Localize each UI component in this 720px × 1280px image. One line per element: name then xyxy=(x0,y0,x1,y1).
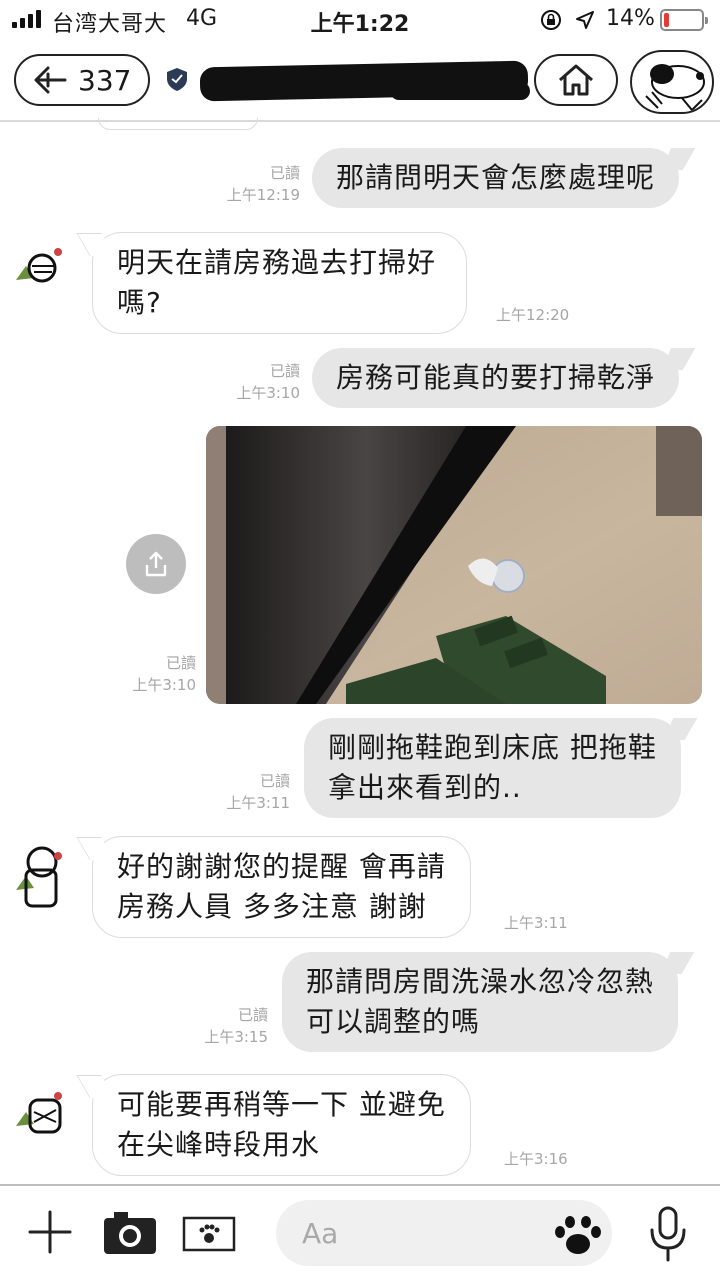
read-receipt: 已讀 xyxy=(269,362,300,380)
chat-area[interactable]: 已讀 上午12:19 那請問明天會怎麼處理呢 明天在請房務過去打掃好 嗎? 上午… xyxy=(0,118,720,1184)
back-button[interactable]: 337 xyxy=(14,54,150,106)
message-time: 上午12:20 xyxy=(496,306,570,324)
message-time: 上午3:11 xyxy=(226,794,290,812)
share-button[interactable] xyxy=(126,534,186,594)
message-time: 上午3:15 xyxy=(204,1028,268,1046)
message-line: 剛剛拖鞋跑到床底 把拖鞋 xyxy=(328,731,657,764)
input-bar xyxy=(0,1184,720,1280)
plus-icon[interactable] xyxy=(26,1208,74,1256)
shared-photo[interactable] xyxy=(206,426,702,704)
redacted-chat-name-mark xyxy=(390,82,530,100)
battery-icon xyxy=(660,9,708,31)
message-line: 好的謝謝您的提醒 會再請 xyxy=(117,850,446,883)
hotel-avatar[interactable] xyxy=(12,840,70,908)
read-receipt: 已讀 xyxy=(269,164,300,182)
message-meta: 已讀 上午12:19 xyxy=(200,162,300,206)
camera-icon[interactable] xyxy=(102,1210,158,1256)
outgoing-message[interactable]: 那請問房間洗澡水忽冷忽熱 可以調整的嗎 xyxy=(282,952,679,1052)
message-line: 嗎? xyxy=(117,286,162,319)
hotel-avatar[interactable] xyxy=(12,236,70,294)
read-receipt: 已讀 xyxy=(165,654,196,672)
message-line: 那請問房間洗澡水忽冷忽熱 xyxy=(306,965,655,998)
emoji-paw-icon[interactable] xyxy=(552,1214,604,1258)
message-line: 房務人員 多多注意 謝謝 xyxy=(117,890,427,923)
message-line: 明天在請房務過去打掃好 xyxy=(117,246,437,279)
battery-percentage: 14% xyxy=(606,6,655,31)
rotation-lock-icon xyxy=(541,10,561,30)
message-meta: 已讀 上午3:11 xyxy=(190,770,290,814)
previous-bubble-edge xyxy=(98,118,258,130)
message-text: 房務可能真的要打掃乾淨 xyxy=(336,361,656,394)
share-icon xyxy=(145,551,167,577)
home-button[interactable] xyxy=(534,54,618,106)
message-line: 可以調整的嗎 xyxy=(306,1005,481,1038)
outgoing-message[interactable]: 房務可能真的要打掃乾淨 xyxy=(312,348,680,408)
message-time: 上午3:16 xyxy=(504,1150,568,1168)
microphone-icon[interactable] xyxy=(648,1206,688,1262)
message-time: 上午3:11 xyxy=(504,914,568,932)
hotel-avatar[interactable] xyxy=(12,1082,70,1140)
chat-header: 337 xyxy=(0,40,720,122)
sticker-icon[interactable] xyxy=(182,1216,236,1252)
unread-count: 337 xyxy=(78,63,132,97)
incoming-message[interactable]: 好的謝謝您的提醒 會再請 房務人員 多多注意 謝謝 xyxy=(92,836,471,938)
status-bar: 台湾大哥大 4G 上午1:22 14% xyxy=(0,0,720,40)
incoming-message[interactable]: 可能要再稍等一下 並避免 在尖峰時段用水 xyxy=(92,1074,471,1176)
read-receipt: 已讀 xyxy=(259,772,290,790)
home-icon xyxy=(559,64,593,96)
message-time: 上午3:10 xyxy=(236,384,300,402)
message-line: 在尖峰時段用水 xyxy=(117,1128,321,1161)
message-line: 拿出來看到的.. xyxy=(328,771,522,804)
message-meta: 已讀 上午3:15 xyxy=(168,1004,268,1048)
message-meta: 已讀 上午3:10 xyxy=(200,360,300,404)
snoopy-avatar[interactable] xyxy=(630,50,714,114)
outgoing-message[interactable]: 剛剛拖鞋跑到床底 把拖鞋 拿出來看到的.. xyxy=(304,718,681,818)
back-arrow-icon xyxy=(34,66,67,94)
read-receipt: 已讀 xyxy=(237,1006,268,1024)
message-time: 上午12:19 xyxy=(226,186,300,204)
message-text: 那請問明天會怎麼處理呢 xyxy=(336,161,656,194)
message-time: 上午3:10 xyxy=(132,676,196,694)
outgoing-message[interactable]: 那請問明天會怎麼處理呢 xyxy=(312,148,680,208)
incoming-message[interactable]: 明天在請房務過去打掃好 嗎? xyxy=(92,232,468,334)
message-meta: 已讀 上午3:10 xyxy=(96,652,196,696)
verified-shield-icon xyxy=(167,68,187,91)
location-arrow-icon xyxy=(576,11,594,29)
message-line: 可能要再稍等一下 並避免 xyxy=(117,1088,446,1121)
